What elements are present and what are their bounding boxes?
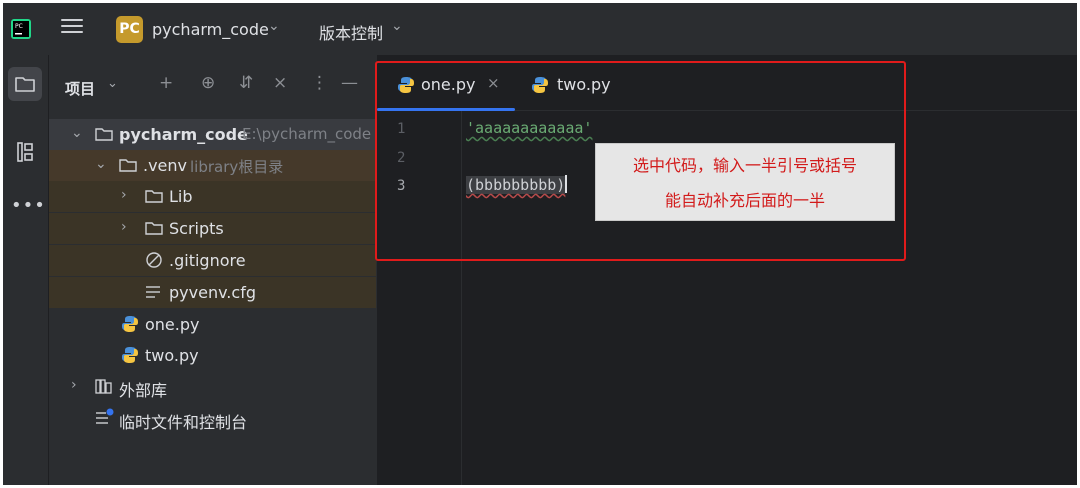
tree-item-one-py[interactable]: one.py (49, 309, 376, 340)
structure-icon (17, 142, 33, 162)
tree-item-label: 外部库 (119, 381, 168, 400)
tree-item-label: Lib (169, 187, 193, 206)
folder-icon (15, 77, 35, 92)
collapse-all-icon[interactable]: × (273, 73, 287, 93)
tree-item-label: Scripts (169, 219, 224, 238)
config-file-icon (146, 286, 160, 298)
structure-tool-button[interactable] (8, 135, 42, 169)
folder-icon (119, 159, 137, 172)
pycharm-logo-icon[interactable]: PC (11, 19, 31, 39)
options-icon[interactable]: ⋮ (311, 73, 328, 93)
panel-title[interactable]: 项目 (65, 78, 95, 99)
tree-item-label: .gitignore (169, 251, 246, 270)
svg-text:PC: PC (15, 23, 23, 30)
tree-item-lib[interactable]: › Lib (49, 181, 376, 212)
tree-item-scripts[interactable]: › Scripts (49, 213, 376, 244)
locate-icon[interactable]: ⊕ (201, 73, 215, 93)
tree-item-venv[interactable]: ⌄ .venv library根目录 (49, 150, 376, 181)
highlight-box (375, 61, 906, 261)
chevron-down-icon[interactable]: ⌄ (391, 18, 403, 34)
tree-item-label: pyvenv.cfg (169, 283, 256, 302)
tree-item-gitignore[interactable]: .gitignore (49, 245, 376, 276)
python-file-icon (122, 347, 138, 363)
python-file-icon (122, 316, 138, 332)
tree-item-two-py[interactable]: two.py (49, 340, 376, 371)
chevron-down-icon[interactable]: ⌄ (95, 156, 107, 172)
chevron-down-icon[interactable]: ⌄ (71, 125, 83, 141)
library-icon (95, 379, 112, 394)
tree-item-label: .venv (143, 156, 188, 175)
more-tools-icon[interactable]: ••• (11, 195, 46, 216)
tree-item-path: E:\pycharm_code (242, 125, 372, 143)
ignore-file-icon (146, 252, 162, 268)
hide-icon[interactable]: — (341, 73, 358, 93)
tree-item-scratches[interactable]: 临时文件和控制台 (49, 403, 376, 434)
folder-icon (145, 190, 163, 203)
folder-icon (145, 222, 163, 235)
project-badge[interactable]: PC (116, 16, 143, 43)
tree-item-label: pycharm_code (119, 125, 248, 144)
expand-all-icon[interactable]: ⇵ (239, 73, 253, 93)
chevron-down-icon[interactable]: ⌄ (268, 18, 280, 34)
tree-item-label: two.py (145, 346, 199, 365)
chevron-right-icon[interactable]: › (71, 377, 77, 393)
vcs-menu[interactable]: 版本控制 (319, 20, 383, 44)
chevron-right-icon[interactable]: › (121, 219, 127, 235)
folder-icon (95, 128, 113, 141)
tree-item-root[interactable]: ⌄ pycharm_code E:\pycharm_code (49, 119, 376, 150)
chevron-down-icon[interactable]: ⌄ (107, 76, 118, 91)
ide-window: PC PC pycharm_code ⌄ 版本控制 ⌄ ••• 项目 ⌄ + ⊕… (3, 3, 1077, 485)
title-bar: PC PC pycharm_code ⌄ 版本控制 ⌄ (3, 3, 1077, 55)
project-tool-button[interactable] (8, 67, 42, 101)
tree-item-note: library根目录 (190, 158, 284, 176)
scratches-icon (96, 408, 114, 424)
tree-item-label: 临时文件和控制台 (119, 413, 248, 432)
add-icon[interactable]: + (159, 73, 173, 93)
tree-item-external-libraries[interactable]: › 外部库 (49, 371, 376, 402)
tree-item-label: one.py (145, 315, 200, 334)
project-selector[interactable]: pycharm_code (152, 20, 269, 39)
tool-window-strip: ••• (3, 55, 49, 485)
main-menu-icon[interactable] (61, 19, 83, 37)
project-panel: 项目 ⌄ + ⊕ ⇵ × ⋮ — ⌄ pycharm_code E:\pycha… (49, 55, 376, 485)
tree-item-pyvenv[interactable]: pyvenv.cfg (49, 277, 376, 308)
chevron-right-icon[interactable]: › (121, 187, 127, 203)
